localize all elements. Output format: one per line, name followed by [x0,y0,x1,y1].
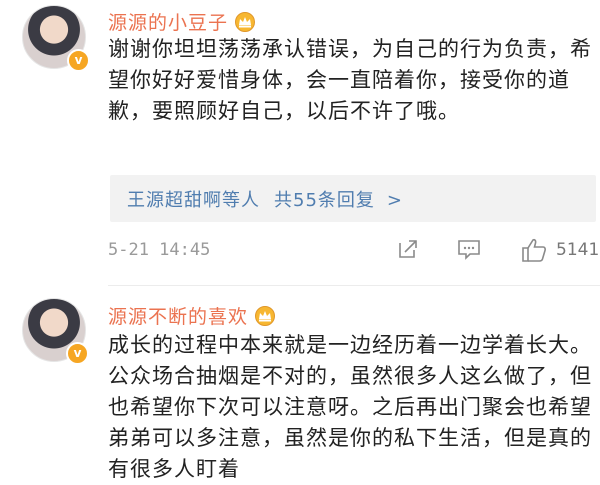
timestamp: 5-21 14:45 [108,240,211,260]
crown-icon [255,306,276,326]
reply-preview[interactable]: 王源超甜啊等人 共55条回复 > [110,175,596,222]
comment-text: 谢谢你坦坦荡荡承认错误，为自己的行为负责，希望你好好爱惜身体，会一直陪着你，接受… [108,37,592,123]
username[interactable]: 源源不断的喜欢 [108,302,276,329]
username-text[interactable]: 源源的小豆子 [108,12,228,34]
comment-icon[interactable] [456,237,482,261]
comment-item: v 源源不断的喜欢 成长的过程中本来就是一边经历着一边学着长大。公众场合抽烟是不… [0,290,600,481]
comment-item: v 源源的小豆子 谢谢你坦坦荡荡承认错误，为自己的行为负责，希望你好好爱惜身体，… [0,0,600,285]
comment-text: 成长的过程中本来就是一边经历着一边学着长大。公众场合抽烟是不对的，虽然很多人这么… [108,333,592,481]
username[interactable]: 源源的小豆子 [108,8,256,35]
reply-users: 王源超甜啊等人 [127,190,260,211]
reply-count: 共55条回复 [274,190,375,211]
verified-badge-icon: v [66,342,89,365]
reply-link[interactable]: 王源超甜啊等人 共55条回复 > [127,186,403,212]
like-count: 5141 [556,240,600,260]
verified-badge-icon: v [67,49,90,72]
username-text[interactable]: 源源不断的喜欢 [108,306,248,328]
share-icon[interactable] [396,237,420,261]
chevron-right-icon: > [386,190,403,211]
comment-meta: 5-21 14:45 5141 [108,237,600,267]
divider [108,285,600,286]
like-icon[interactable] [520,237,548,263]
crown-icon [235,12,256,32]
